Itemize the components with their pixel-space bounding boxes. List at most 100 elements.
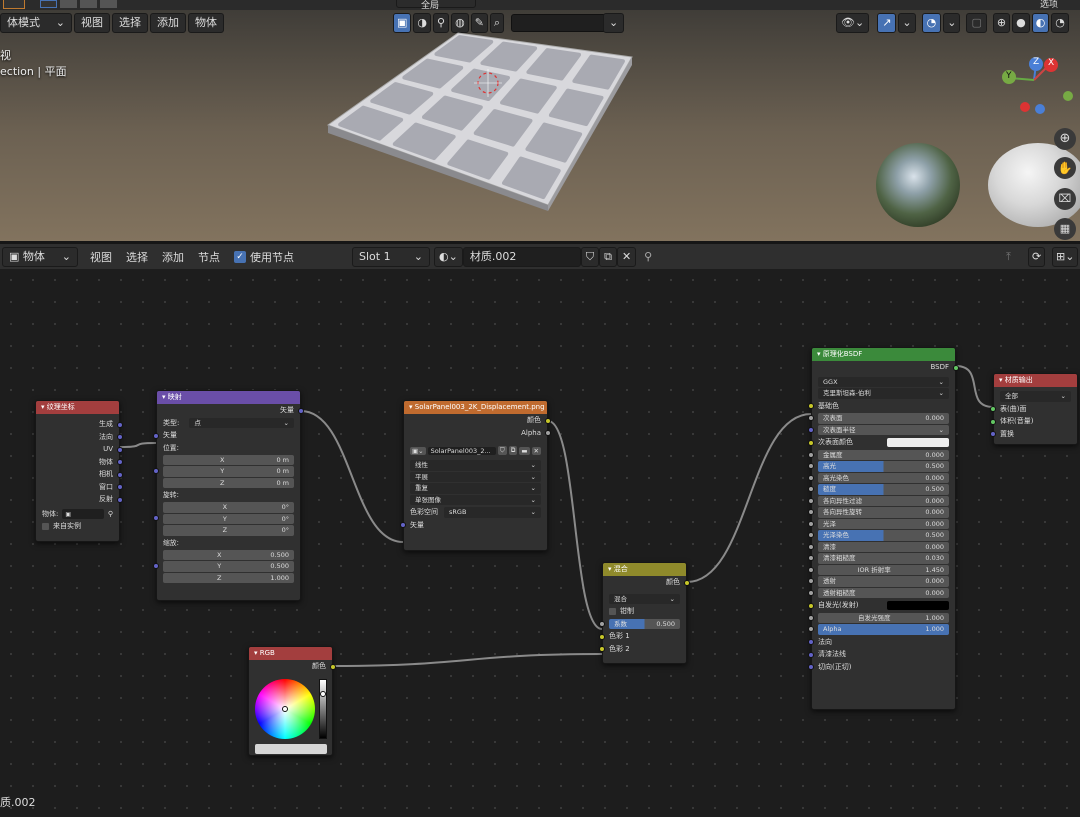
input-socket[interactable] [808, 589, 814, 596]
bsdf-param-field[interactable]: 光泽染色 0.500 [818, 530, 949, 541]
scale-y-field[interactable]: Y 0.500 [163, 561, 294, 572]
input-socket[interactable] [808, 474, 814, 481]
ortho-grid-icon[interactable]: ▦ [1054, 218, 1076, 240]
menu-select[interactable]: 选择 [112, 13, 148, 33]
bsdf-param-field[interactable]: 透射粗糙度 0.000 [818, 587, 949, 598]
input-socket[interactable] [808, 509, 814, 515]
subsurface-radius-dropdown[interactable]: 次表面半径 ⌄ [818, 424, 949, 435]
input-socket[interactable] [808, 403, 814, 409]
material-slot-dropdown[interactable]: Slot 1 ⌄ [352, 246, 430, 267]
input-socket[interactable] [599, 646, 605, 652]
value-slider-handle[interactable] [320, 691, 326, 697]
node-header[interactable]: ▾ 混合 [603, 563, 686, 576]
input-socket[interactable] [808, 566, 814, 573]
output-socket[interactable] [545, 417, 551, 424]
select-mode-icons[interactable] [40, 0, 132, 9]
subsurface-color-swatch[interactable] [887, 437, 949, 447]
location-y-field[interactable]: Y0 m [163, 466, 294, 477]
input-socket[interactable] [808, 578, 814, 584]
duplicate-material-icon[interactable]: ⧉ [599, 246, 617, 267]
close-icon[interactable]: ✕ [616, 246, 637, 267]
chevron-down-icon[interactable]: ⌄ [943, 13, 961, 33]
input-socket[interactable] [990, 418, 996, 425]
transform-orientation-dropdown[interactable]: 全局 [396, 0, 476, 11]
color-swatch[interactable] [255, 744, 327, 754]
texture-coordinate-node[interactable]: ▾ 纹理坐标 生成 法向 UV 物体 相机 窗口 反射 物体: ▣ ⚲ 来自实例 [35, 400, 123, 542]
material-name-field[interactable]: 材质.002 [462, 246, 581, 267]
3d-viewport[interactable]: 全局 选项 体模式 ⌄ 视图 选择 添加 物体 ▣ ◑ ⚲ ◍ ✎ ⌕ ⌄ 👁⌄ … [0, 0, 1080, 241]
output-socket[interactable] [117, 434, 123, 440]
bsdf-param-field[interactable]: 各向异性旋转 0.000 [818, 507, 949, 518]
material-preview-icon[interactable]: ◐ [1031, 13, 1050, 33]
mapping-type-dropdown[interactable]: 点 ⌄ [189, 417, 294, 428]
input-socket[interactable] [808, 463, 814, 469]
emission-strength-field[interactable]: 自发光强度 1.000 [818, 612, 949, 623]
from-instancer-checkbox[interactable] [42, 522, 49, 530]
emission-color-swatch[interactable] [887, 600, 949, 610]
menu-object[interactable]: 物体 [188, 13, 224, 33]
subsurface-method-dropdown[interactable]: 克里斯坦森-伯利 ⌄ [818, 388, 949, 399]
bsdf-param-field[interactable]: 清漆 0.000 [818, 541, 949, 552]
color-wheel-cursor[interactable] [282, 706, 288, 712]
gizmo-toggle-icon[interactable]: ↗ [877, 13, 897, 33]
node-header[interactable]: ▾ 映射 [157, 391, 300, 404]
navigation-gizmo[interactable]: Z X Y [996, 54, 1076, 118]
visibility-eye-icon[interactable]: 👁⌄ [836, 13, 870, 33]
bsdf-param-field[interactable]: 各向异性过滤 0.000 [818, 495, 949, 506]
snap-toggle-icon[interactable]: ⟳ [1028, 247, 1046, 267]
input-socket[interactable] [153, 432, 159, 439]
close-icon[interactable]: ✕ [531, 446, 541, 455]
input-socket[interactable] [808, 415, 814, 421]
output-socket[interactable] [545, 430, 551, 436]
chevron-down-icon[interactable]: ⌄ [898, 13, 916, 33]
node-header[interactable]: ▾ 原理化BSDF [812, 348, 955, 361]
bsdf-param-field[interactable]: 透射 0.000 [818, 576, 949, 587]
input-socket[interactable] [808, 451, 814, 458]
interaction-mode-dropdown[interactable]: 体模式 ⌄ [0, 13, 72, 33]
rotation-x-field[interactable]: X 0° [163, 502, 294, 513]
editor-type-icon[interactable] [3, 0, 25, 9]
input-socket[interactable] [400, 522, 406, 528]
principled-bsdf-node[interactable]: ▾ 原理化BSDF BSDF GGX ⌄ 克里斯坦森-伯利 ⌄ 基础色 次表面 0.0… [808, 347, 959, 710]
input-socket[interactable] [808, 426, 814, 433]
input-socket[interactable] [808, 497, 814, 504]
menu-view[interactable]: 视图 [90, 249, 112, 265]
menu-add[interactable]: 添加 [162, 249, 184, 265]
extension-dropdown[interactable]: 重复 ⌄ [410, 483, 541, 494]
input-socket[interactable] [808, 614, 814, 621]
image-name-field[interactable]: SolarPanel003_2... [427, 446, 496, 455]
material-output-node[interactable]: ▾ 材质输出 全部 ⌄ 表(曲)面 体积(音量) 置换 [990, 373, 1078, 445]
output-socket[interactable] [298, 407, 304, 414]
solar-panel-plane[interactable] [320, 25, 640, 215]
output-socket[interactable] [117, 421, 123, 428]
bsdf-param-field[interactable]: 清漆粗糙度 0.030 [818, 553, 949, 564]
output-socket[interactable] [117, 459, 123, 465]
input-socket[interactable] [808, 532, 814, 538]
scale-z-field[interactable]: Z 1.000 [163, 572, 294, 583]
image-texture-node[interactable]: ▾ SolarPanel003_2K_Displacement.png 颜色 A… [400, 400, 551, 551]
output-socket[interactable] [330, 663, 336, 670]
menu-add[interactable]: 添加 [150, 13, 186, 33]
use-nodes-checkbox[interactable]: ✓ [234, 250, 246, 263]
scale-x-field[interactable]: X 0.500 [163, 549, 294, 560]
rotation-y-field[interactable]: Y 0° [163, 513, 294, 524]
parent-node-tree-icon[interactable]: ⤒ [1006, 250, 1011, 264]
open-folder-icon[interactable]: ▬ [519, 446, 530, 455]
output-socket[interactable] [684, 579, 690, 586]
output-socket[interactable] [117, 484, 123, 490]
rotation-z-field[interactable]: Z 0° [163, 525, 294, 536]
output-socket[interactable] [953, 364, 959, 371]
eyedropper-icon[interactable]: ⚲ [108, 508, 113, 521]
input-socket[interactable] [808, 543, 814, 550]
rgb-node[interactable]: ▾ RGB 颜色 [248, 646, 336, 756]
bsdf-param-field[interactable]: 光泽 0.000 [818, 518, 949, 529]
location-z-field[interactable]: Z0 m [163, 477, 294, 488]
output-socket[interactable] [117, 496, 123, 503]
menu-node[interactable]: 节点 [198, 249, 220, 265]
editor-type-dropdown[interactable]: ▣ 物体 ⌄ [2, 246, 78, 267]
factor-slider[interactable]: 系数 0.500 [609, 618, 680, 629]
projection-dropdown[interactable]: 平展 ⌄ [410, 471, 541, 482]
object-picker-field[interactable]: ▣ [62, 508, 104, 519]
bsdf-param-field[interactable]: 糙度 0.500 [818, 484, 949, 495]
menu-view[interactable]: 视图 [74, 13, 110, 33]
